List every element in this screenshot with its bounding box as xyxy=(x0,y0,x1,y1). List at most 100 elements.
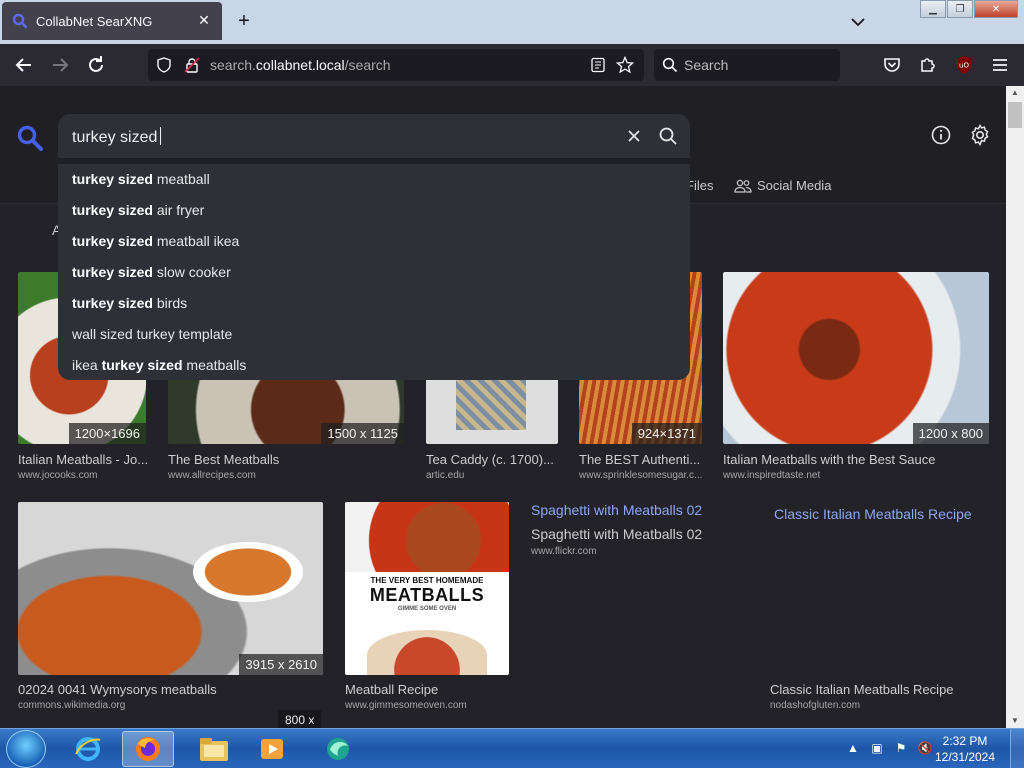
app-teal-icon[interactable] xyxy=(312,731,364,767)
result-url: www.allrecipes.com xyxy=(168,470,256,481)
media-player-icon[interactable] xyxy=(246,731,298,767)
action-center-flag-icon[interactable]: ⚑ xyxy=(892,739,910,757)
new-tab-button[interactable]: + xyxy=(232,10,256,34)
result-title[interactable]: Italian Meatballs with the Best Sauce xyxy=(723,452,989,467)
file-explorer-folder-icon[interactable] xyxy=(188,731,240,767)
reader-view-icon[interactable] xyxy=(590,57,606,73)
image-dimensions: 1200 x 800 xyxy=(912,423,989,444)
category-files-tab[interactable]: Files xyxy=(686,178,713,193)
next-row-image-dimensions: 800 x xyxy=(278,710,322,728)
suggestion-item[interactable]: wall sized turkey template xyxy=(58,319,690,350)
result-title[interactable]: Meatball Recipe xyxy=(345,682,509,697)
image-result[interactable]: THE VERY BEST HOMEMADE MEATBALLS GIMME S… xyxy=(345,502,509,716)
soup-bowl-image xyxy=(193,542,303,602)
svg-text:uO: uO xyxy=(959,62,969,70)
suggestion-item[interactable]: ikea turkey sized meatballs xyxy=(58,350,690,381)
category-files-label: Files xyxy=(686,178,714,193)
category-social-media-tab[interactable]: Social Media xyxy=(734,178,831,193)
show-hidden-icons-chevron-icon[interactable]: ▲ xyxy=(844,739,862,757)
clock-time: 2:32 PM xyxy=(942,734,988,748)
soup-thumbnail[interactable]: 3915 x 2610 xyxy=(18,502,323,675)
result-title[interactable]: Italian Meatballs - Jo... xyxy=(18,452,150,467)
close-window-button[interactable]: ✕ xyxy=(974,0,1018,18)
tab-title: CollabNet SearXNG xyxy=(36,13,153,29)
image-dimensions: 3915 x 2610 xyxy=(239,654,323,675)
show-desktop-button[interactable] xyxy=(1010,729,1024,768)
autocomplete-dropdown: turkey sized meatball turkey sized air f… xyxy=(58,164,690,380)
result-link-title[interactable]: Spaghetti with Meatballs 02 xyxy=(531,502,702,518)
result-link-title[interactable]: Classic Italian Meatballs Recipe xyxy=(774,506,972,522)
clock-date: 12/31/2024 xyxy=(934,750,996,764)
result-title[interactable]: The BEST Authenti... xyxy=(579,452,707,467)
poster-line-3: GIMME SOME OVEN xyxy=(397,606,457,612)
tab-active[interactable]: CollabNet SearXNG ✕ xyxy=(2,2,222,40)
clear-search-icon[interactable] xyxy=(624,126,644,146)
image-result-broken[interactable]: Spaghetti with Meatballs 02 Spaghetti wi… xyxy=(531,502,731,562)
suggestion-item[interactable]: turkey sized meatball ikea xyxy=(58,226,690,257)
scroll-down-arrow-icon[interactable]: ▼ xyxy=(1006,714,1024,728)
result-title[interactable]: Spaghetti with Meatballs 02 xyxy=(531,526,702,542)
internet-explorer-icon[interactable] xyxy=(62,731,114,767)
result-url: www.sprinklesomesugar.c... xyxy=(579,470,703,481)
ublock-origin-icon[interactable]: uO xyxy=(952,53,976,77)
scrollbar-thumb[interactable] xyxy=(1008,102,1022,128)
suggestion-item[interactable]: turkey sized air fryer xyxy=(58,195,690,226)
result-title[interactable]: 02024 0041 Wymysorys meatballs xyxy=(18,682,323,697)
image-dimensions: 924×1371 xyxy=(631,423,702,444)
info-circle-icon[interactable] xyxy=(930,124,952,146)
insecure-lock-icon[interactable] xyxy=(184,57,200,73)
tracking-shield-icon[interactable] xyxy=(156,57,172,73)
searxng-logo-icon[interactable] xyxy=(16,124,44,152)
firefox-taskbar-icon[interactable] xyxy=(122,731,174,767)
search-input[interactable]: turkey sized xyxy=(58,114,690,158)
meatball-poster-thumbnail[interactable]: THE VERY BEST HOMEMADE MEATBALLS GIMME S… xyxy=(345,502,509,675)
meatball-sauce-thumbnail[interactable]: 1200 x 800 xyxy=(723,272,989,444)
search-submit-icon[interactable] xyxy=(658,126,678,146)
list-all-tabs-chevron-icon[interactable] xyxy=(846,10,870,34)
result-title[interactable]: Tea Caddy (c. 1700)... xyxy=(426,452,558,467)
meatball-photo-top xyxy=(345,502,509,572)
browser-search-bar[interactable]: Search xyxy=(654,49,840,81)
result-url: www.gimmesomeoven.com xyxy=(345,700,467,711)
minimize-button[interactable]: ▁ xyxy=(920,0,946,18)
image-result[interactable]: 1200 x 800 Italian Meatballs with the Be… xyxy=(723,272,989,481)
forward-arrow-icon[interactable] xyxy=(48,53,72,77)
pocket-icon[interactable] xyxy=(880,53,904,77)
back-arrow-icon[interactable] xyxy=(12,53,36,77)
bookmark-star-icon[interactable] xyxy=(616,56,634,74)
taskbar-clock[interactable]: 2:32 PM 12/31/2024 xyxy=(930,733,1000,765)
image-result-broken[interactable]: Classic Italian Meatballs Recipe Classic… xyxy=(770,506,990,716)
image-result[interactable]: 3915 x 2610 02024 0041 Wymysorys meatbal… xyxy=(18,502,323,716)
result-title[interactable]: The Best Meatballs xyxy=(168,452,404,467)
network-icon[interactable]: ▣ xyxy=(868,739,886,757)
image-dimensions: 1500 x 1125 xyxy=(321,423,404,444)
suggestion-item[interactable]: turkey sized slow cooker xyxy=(58,257,690,288)
category-social-media-label: Social Media xyxy=(757,178,832,193)
scroll-up-arrow-icon[interactable]: ▲ xyxy=(1006,86,1024,100)
close-tab-icon[interactable]: ✕ xyxy=(196,12,212,28)
url-bar[interactable]: search.collabnet.local/search xyxy=(148,49,644,81)
search-placeholder: Search xyxy=(684,57,729,73)
page-scrollbar[interactable]: ▲ ▼ xyxy=(1006,86,1024,728)
meatball-photo-bottom xyxy=(367,630,487,675)
start-button-windows-icon[interactable] xyxy=(6,730,46,768)
poster-line-2: MEATBALLS xyxy=(369,585,485,605)
tab-strip: CollabNet SearXNG ✕ + ▁ ❐ ✕ xyxy=(0,0,1024,44)
restore-button[interactable]: ❐ xyxy=(947,0,973,18)
suggestion-item[interactable]: turkey sized meatball xyxy=(58,164,690,195)
search-icon xyxy=(662,57,678,73)
people-icon xyxy=(734,179,752,193)
windows-taskbar: ▲ ▣ ⚑ 🔇 2:32 PM 12/31/2024 xyxy=(0,728,1024,768)
result-title[interactable]: Classic Italian Meatballs Recipe xyxy=(770,682,990,697)
suggestion-item[interactable]: turkey sized birds xyxy=(58,288,690,319)
window-controls: ▁ ❐ ✕ xyxy=(919,0,1018,18)
reload-icon[interactable] xyxy=(84,53,108,77)
image-dimensions: 1200×1696 xyxy=(68,423,146,444)
url-text: search.collabnet.local/search xyxy=(210,57,391,73)
searxng-page: turkey sized Files Social Media A turkey… xyxy=(0,86,1006,728)
preferences-gear-icon[interactable] xyxy=(968,123,992,147)
hamburger-menu-icon[interactable] xyxy=(988,53,1012,77)
poster-text: THE VERY BEST HOMEMADE MEATBALLS GIMME S… xyxy=(345,576,509,612)
extensions-puzzle-icon[interactable] xyxy=(916,53,940,77)
result-url: www.inspiredtaste.net xyxy=(723,470,821,481)
